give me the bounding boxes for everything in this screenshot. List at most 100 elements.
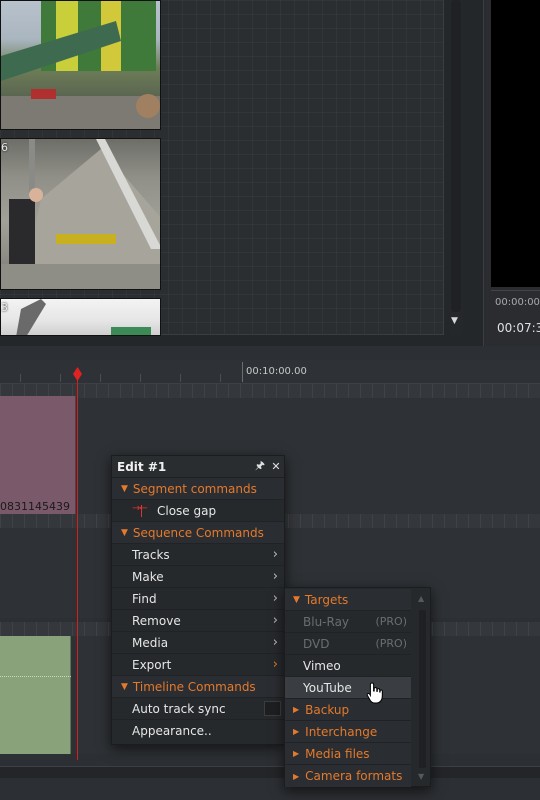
ruler-timecode: 00:10:00.00 bbox=[246, 366, 307, 377]
submenu-item-vimeo[interactable]: Vimeo bbox=[285, 655, 411, 677]
collapse-triangle-icon: ▼ bbox=[121, 483, 128, 494]
menu-title: Edit #1 bbox=[117, 459, 167, 474]
section-label: Segment commands bbox=[132, 481, 257, 496]
scroll-down-icon[interactable]: ▼ bbox=[451, 316, 458, 326]
menu-item-label: Appearance.. bbox=[132, 724, 212, 738]
menu-header: Edit #1 🖈 ✕ bbox=[112, 456, 284, 478]
menu-item-export[interactable]: Export › bbox=[112, 654, 284, 676]
scrollbar-track[interactable] bbox=[419, 610, 426, 768]
pin-icon[interactable]: 🖈 bbox=[252, 457, 268, 476]
menu-item-close-gap[interactable]: Close gap bbox=[112, 500, 284, 522]
menu-item-make[interactable]: Make › bbox=[112, 566, 284, 588]
viewer-timecode: 00:07:3 bbox=[497, 321, 540, 335]
menu-item-media[interactable]: Media › bbox=[112, 632, 284, 654]
edit-menu: Edit #1 🖈 ✕ ▼ Segment commands Close gap… bbox=[111, 455, 285, 745]
chevron-right-icon: › bbox=[272, 591, 278, 606]
audio-clip[interactable] bbox=[0, 636, 71, 754]
ruler-tick bbox=[220, 374, 221, 382]
audio-level-line bbox=[0, 676, 71, 677]
submenu-section-camera-formats[interactable]: ▶ Camera formats bbox=[285, 765, 411, 787]
chevron-right-icon: › bbox=[272, 635, 278, 650]
menu-item-label: Remove bbox=[132, 613, 181, 628]
chevron-right-icon: › bbox=[272, 547, 278, 562]
clip-name: 0831145439 bbox=[0, 500, 70, 513]
viewer-timecode-secondary: 00:00:00 bbox=[495, 297, 540, 308]
video-clip[interactable]: 0831145439 bbox=[0, 396, 76, 514]
scroll-up-icon[interactable]: ▲ bbox=[418, 594, 424, 603]
submenu-section-backup[interactable]: ▶ Backup bbox=[285, 699, 411, 721]
submenu-section-interchange[interactable]: ▶ Interchange bbox=[285, 721, 411, 743]
submenu-item-bluray[interactable]: Blu-Ray (PRO) bbox=[285, 611, 411, 633]
section-label: Media files bbox=[305, 746, 370, 761]
menu-item-label: Find bbox=[132, 591, 157, 606]
expand-triangle-icon: ▶ bbox=[293, 727, 300, 736]
menu-item-label: Tracks bbox=[132, 547, 170, 562]
menu-item-label: Export bbox=[132, 657, 172, 672]
menu-item-label: Vimeo bbox=[303, 658, 341, 673]
hand-cursor-icon bbox=[366, 682, 383, 704]
submenu-scrollbar[interactable]: ▲ ▼ bbox=[417, 592, 428, 784]
menu-item-label: Auto track sync bbox=[132, 701, 226, 716]
close-gap-icon bbox=[132, 503, 152, 517]
menu-item-find[interactable]: Find › bbox=[112, 588, 284, 610]
ruler-tick bbox=[100, 374, 101, 382]
close-icon[interactable]: ✕ bbox=[268, 460, 284, 473]
chevron-right-icon: › bbox=[272, 569, 278, 584]
expand-triangle-icon: ▶ bbox=[293, 749, 300, 758]
collapse-triangle-icon: ▼ bbox=[293, 594, 300, 605]
auto-track-sync-toggle[interactable] bbox=[264, 701, 281, 716]
clip-thumbnail[interactable]: 3 bbox=[0, 298, 161, 336]
submenu-item-youtube[interactable]: YouTube bbox=[285, 677, 411, 699]
menu-item-label: YouTube bbox=[303, 680, 352, 695]
section-segment-commands[interactable]: ▼ Segment commands bbox=[112, 478, 284, 500]
thumbnail-image bbox=[1, 1, 160, 129]
menu-item-label: DVD bbox=[303, 636, 330, 651]
timeline-scrollbar[interactable] bbox=[0, 766, 540, 778]
top-panel: 6 3 ▼ 00:00:00 00:07:3 bbox=[0, 0, 540, 346]
section-sequence-commands[interactable]: ▼ Sequence Commands bbox=[112, 522, 284, 544]
menu-item-appearance[interactable]: Appearance.. bbox=[112, 720, 284, 742]
thumbnail-image bbox=[16, 299, 151, 335]
chevron-right-icon: › bbox=[272, 657, 278, 672]
menu-item-remove[interactable]: Remove › bbox=[112, 610, 284, 632]
media-bin[interactable]: 6 3 bbox=[0, 0, 444, 336]
section-label: Sequence Commands bbox=[132, 525, 264, 540]
section-label: Camera formats bbox=[305, 769, 403, 783]
menu-item-label: Close gap bbox=[157, 503, 217, 518]
chevron-right-icon: › bbox=[272, 613, 278, 628]
thumb-number: 6 bbox=[1, 141, 8, 154]
track-header-strip bbox=[0, 384, 540, 398]
section-label: Targets bbox=[304, 592, 349, 607]
pro-badge: (PRO) bbox=[375, 615, 407, 628]
bin-scrollbar[interactable]: ▼ bbox=[449, 0, 463, 335]
thumbnail-image bbox=[1, 139, 160, 289]
menu-item-auto-track-sync[interactable]: Auto track sync bbox=[112, 698, 284, 720]
section-label: Backup bbox=[305, 702, 350, 717]
viewer-screen bbox=[491, 0, 540, 287]
submenu-section-media-files[interactable]: ▶ Media files bbox=[285, 743, 411, 765]
ruler-tick bbox=[20, 374, 21, 382]
menu-item-tracks[interactable]: Tracks › bbox=[112, 544, 284, 566]
submenu-item-dvd[interactable]: DVD (PRO) bbox=[285, 633, 411, 655]
expand-triangle-icon: ▶ bbox=[293, 771, 300, 781]
scrollbar-track[interactable] bbox=[451, 0, 461, 312]
ruler-tick bbox=[180, 374, 181, 382]
expand-triangle-icon: ▶ bbox=[293, 705, 300, 714]
section-label: Timeline Commands bbox=[132, 679, 256, 694]
menu-item-label: Media bbox=[132, 635, 169, 650]
thumb-number: 3 bbox=[1, 301, 8, 314]
collapse-triangle-icon: ▼ bbox=[121, 681, 128, 692]
divider bbox=[491, 290, 540, 291]
clip-thumbnail[interactable]: 6 bbox=[0, 138, 161, 290]
clip-thumbnail[interactable] bbox=[0, 0, 161, 130]
submenu-section-targets[interactable]: ▼ Targets bbox=[285, 589, 411, 611]
section-timeline-commands[interactable]: ▼ Timeline Commands bbox=[112, 676, 284, 698]
scroll-down-icon[interactable]: ▼ bbox=[418, 772, 424, 781]
section-label: Interchange bbox=[305, 724, 378, 739]
menu-item-label: Blu-Ray bbox=[303, 614, 350, 629]
collapse-triangle-icon: ▼ bbox=[121, 527, 128, 538]
timeline-ruler[interactable]: 00:10:00.00 bbox=[0, 360, 540, 384]
viewer-panel: 00:00:00 00:07:3 bbox=[483, 0, 540, 346]
pro-badge: (PRO) bbox=[375, 637, 407, 650]
playhead[interactable] bbox=[77, 368, 78, 760]
